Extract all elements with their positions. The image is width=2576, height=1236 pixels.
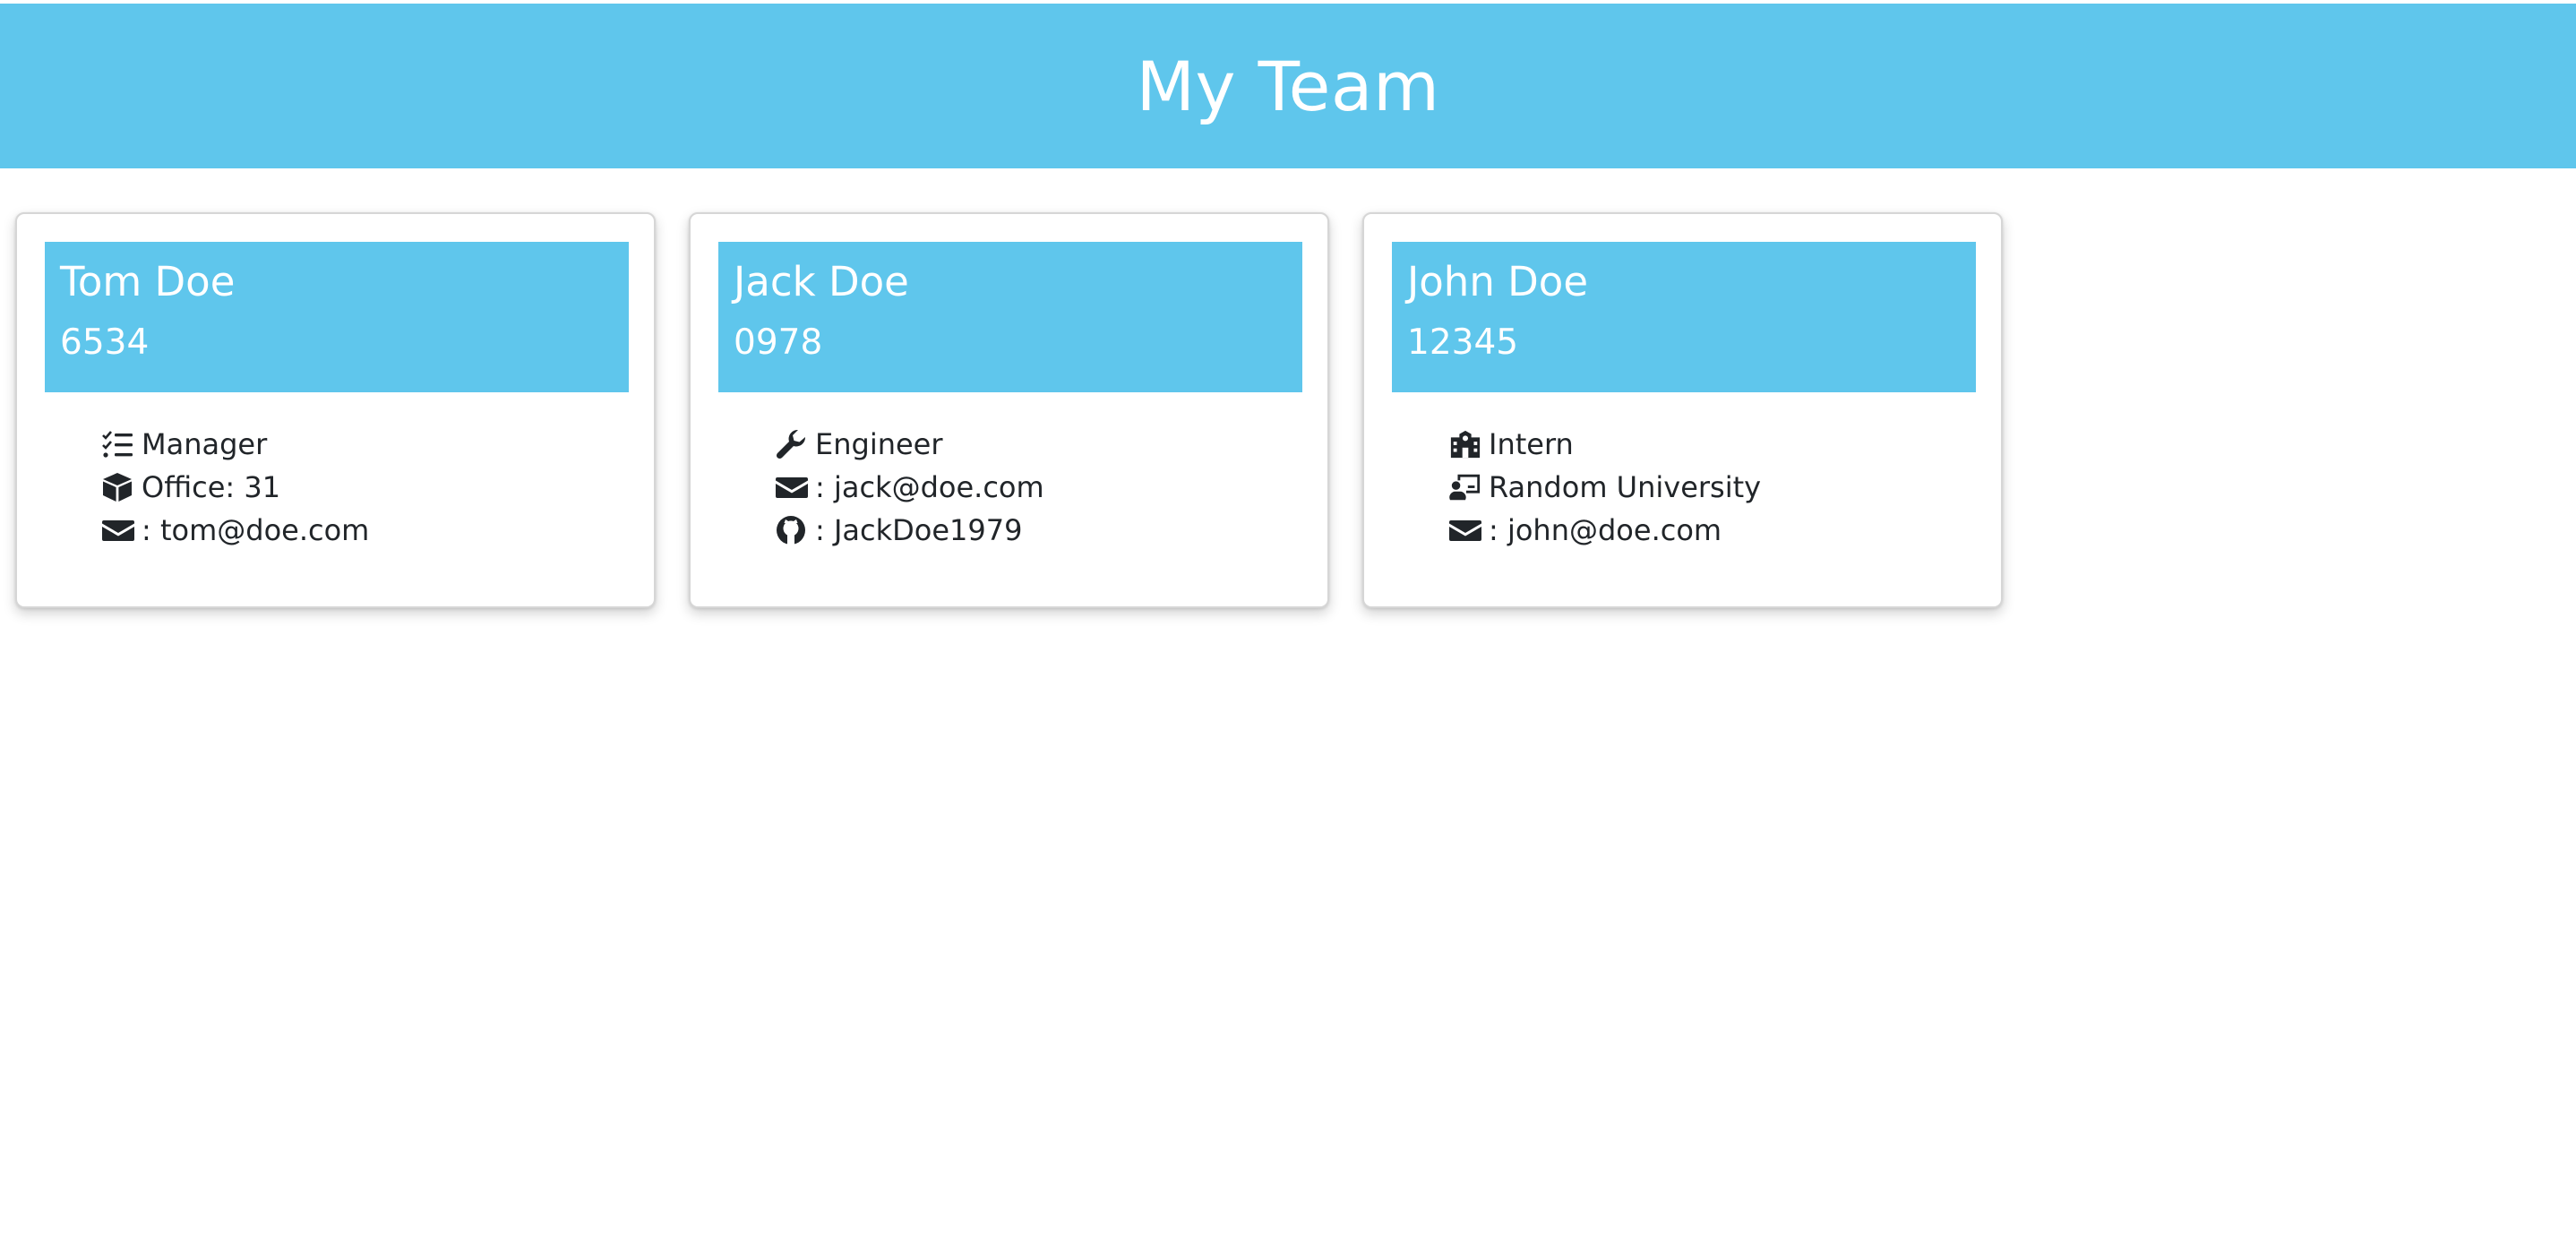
employee-details: Engineer : jack@doe.com: JackDoe1979	[776, 423, 1044, 552]
page-header: My Team	[0, 4, 2576, 168]
school-label: Random University	[1489, 470, 1762, 504]
team-page: My Team Tom Doe 6534 Manager Office: 31 …	[0, 0, 2576, 1236]
office-row: Office: 31	[102, 466, 369, 509]
employee-name: Tom Doe	[60, 258, 236, 305]
github-icon	[776, 514, 811, 546]
card-header: John Doe 12345	[1392, 242, 1976, 392]
email-row: : john@doe.com	[1449, 509, 1761, 552]
envelope-icon	[102, 514, 138, 546]
role-label: Intern	[1489, 427, 1574, 461]
role-row: Engineer	[776, 423, 1044, 466]
box-icon	[102, 471, 138, 503]
employee-card-manager: Tom Doe 6534 Manager Office: 31: tom@do…	[15, 212, 656, 608]
wrench-icon	[776, 428, 811, 460]
email-link[interactable]: : tom@doe.com	[142, 513, 369, 547]
envelope-icon	[1449, 514, 1485, 546]
email-row: : tom@doe.com	[102, 509, 369, 552]
card-header: Jack Doe 0978	[718, 242, 1302, 392]
list-check-icon	[102, 428, 138, 460]
employee-id: 12345	[1407, 322, 1519, 363]
email-row: : jack@doe.com	[776, 466, 1044, 509]
role-label: Manager	[142, 427, 268, 461]
employee-details: Manager Office: 31: tom@doe.com	[102, 423, 369, 552]
card-header: Tom Doe 6534	[45, 242, 629, 392]
employee-card-engineer: Jack Doe 0978 Engineer : jack@doe.com: …	[689, 212, 1329, 608]
github-link[interactable]: : JackDoe1979	[815, 513, 1022, 547]
role-row: Intern	[1449, 423, 1761, 466]
envelope-icon	[776, 471, 811, 503]
employee-card-intern: John Doe 12345 Intern Random University …	[1362, 212, 2003, 608]
employee-id: 0978	[734, 322, 823, 363]
employee-details: Intern Random University: john@doe.com	[1449, 423, 1761, 552]
page-title: My Team	[1136, 46, 1440, 126]
role-label: Engineer	[815, 427, 943, 461]
school-row: Random University	[1449, 466, 1761, 509]
github-row: : JackDoe1979	[776, 509, 1044, 552]
employee-name: Jack Doe	[734, 258, 909, 305]
chalkboard-user-icon	[1449, 471, 1485, 503]
office-label: Office: 31	[142, 470, 281, 504]
employee-id: 6534	[60, 322, 150, 363]
school-icon	[1449, 428, 1485, 460]
email-link[interactable]: : jack@doe.com	[815, 470, 1044, 504]
employee-name: John Doe	[1407, 258, 1589, 305]
role-row: Manager	[102, 423, 369, 466]
email-link[interactable]: : john@doe.com	[1489, 513, 1722, 547]
